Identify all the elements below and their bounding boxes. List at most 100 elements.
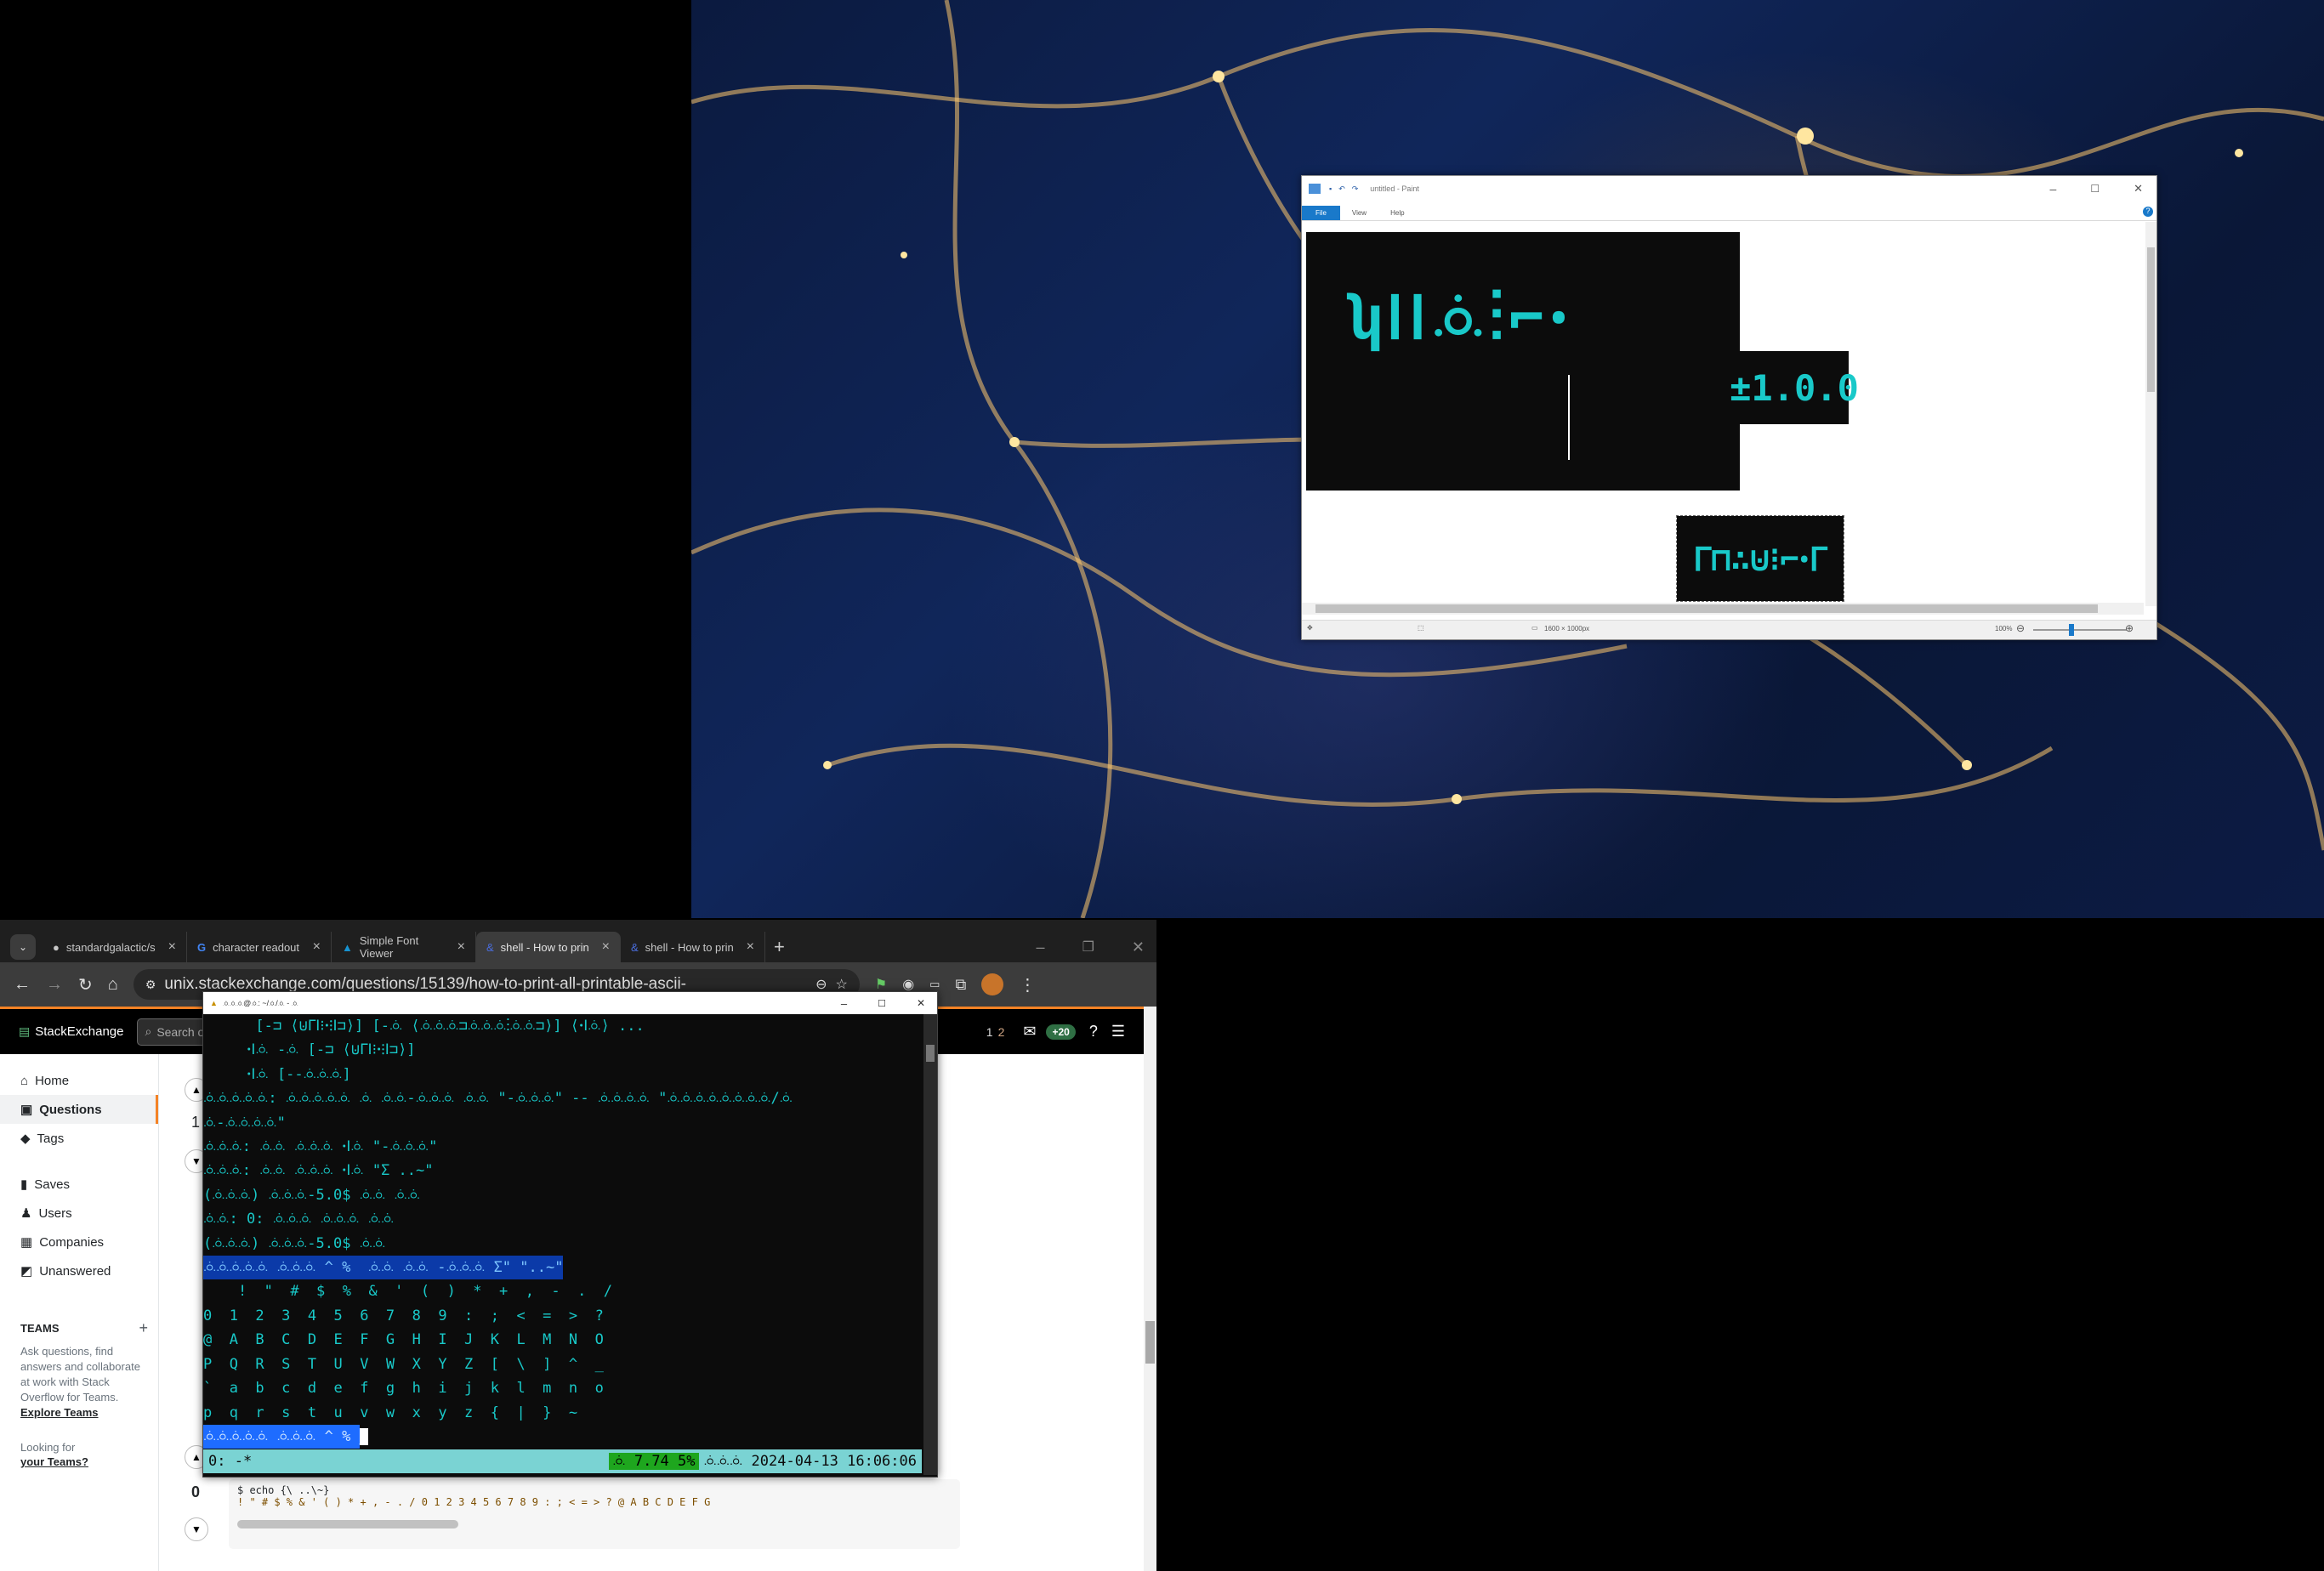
extension-icon[interactable]: ⚑	[875, 976, 887, 993]
paint-canvas[interactable]: ʮⵏⵏꗝ⁝⌐ꞏ ±1.0.0 ᒥ⊓∴⊍⁝⌐ꞏᒥ	[1303, 222, 2145, 606]
browser-tab-5[interactable]: & shell - How to prin ×	[621, 932, 765, 962]
brand-name[interactable]: StackExchange	[35, 1024, 123, 1039]
zoom-slider-thumb[interactable]	[2069, 624, 2074, 636]
terminal-window[interactable]: ▲ ꗝꗝꗝ@ꗝ: ~/ꗝ/ꗝ - ꗝ – ☐ ✕ [-⊐ ⟨⊍ᒥⵏ⁝ꞏ⁝ⵏ⊐⟩]…	[202, 991, 938, 1477]
help-icon[interactable]: ?	[2143, 207, 2153, 217]
browser-tab-1[interactable]: ● standardgalactic/s ×	[43, 932, 187, 962]
canvas-black-block: ʮⵏⵏꗝ⁝⌐ꞏ	[1306, 232, 1740, 491]
achievements-badge[interactable]: +20	[1046, 1024, 1076, 1040]
explore-teams-link[interactable]: Explore Teams	[20, 1406, 99, 1419]
terminal-line: [-⊐ ⟨⊍ᒥⵏ⁝ꞏ⁝ⵏ⊐⟩] [-ꗝ ⟨ꗝꗝꗝ⊐ꗝꗝꗝ⁝ꗝꗝ⊐⟩] ⟨ꞏⵏꗝ⟩…	[203, 1018, 645, 1035]
search-placeholder: Search o	[156, 1024, 205, 1039]
nav-saves[interactable]: ▮ Saves	[0, 1170, 158, 1199]
page-scrollbar[interactable]	[1144, 1007, 1156, 1571]
tab-close-icon[interactable]: ×	[313, 939, 321, 955]
translate-icon[interactable]: ▭	[929, 978, 940, 991]
inbox-icon[interactable]: ✉	[1023, 1023, 1036, 1041]
tmux-status-bar: 0: -* ꗝ 7.74 5% ꗝꗝꗝ 2024-04-13 16:06:06	[203, 1449, 922, 1473]
terminal-line: ꗝꗝꗝ: ꗝꗝ ꗝꗝꗝ ꞏⵏꗝ "Σ ..~"	[203, 1162, 434, 1180]
questions-icon: ▣	[20, 1103, 33, 1117]
camera-icon[interactable]: ◉	[902, 976, 914, 993]
zoom-slider[interactable]	[2033, 624, 2127, 636]
code-command: $ echo {\ ..\~}	[237, 1484, 330, 1496]
add-team-icon[interactable]: +	[139, 1319, 148, 1337]
minimize-icon[interactable]: –	[2050, 182, 2057, 196]
back-icon[interactable]: ←	[14, 975, 31, 995]
browser-tab-2[interactable]: G character readout ×	[187, 932, 332, 962]
terminal-output[interactable]: [-⊐ ⟨⊍ᒥⵏ⁝ꞏ⁝ⵏ⊐⟩] [-ꗝ ⟨ꗝꗝꗝ⊐ꗝꗝꗝ⁝ꗝꗝ⊐⟩] ⟨ꞏⵏꗝ⟩…	[203, 1014, 922, 1449]
terminal-titlebar[interactable]: ▲ ꗝꗝꗝ@ꗝ: ~/ꗝ/ꗝ - ꗝ – ☐ ✕	[203, 992, 937, 1014]
terminal-scrollbar[interactable]	[923, 1014, 937, 1475]
minimize-icon[interactable]: –	[841, 997, 847, 1010]
window-minimize-icon[interactable]: –	[1037, 939, 1045, 956]
tab-label: Simple Font Viewer	[359, 934, 419, 960]
browser-tab-3[interactable]: ▲ Simple Font Viewer ×	[332, 932, 476, 962]
zoom-icon[interactable]: ⊖	[815, 976, 827, 993]
paint-window[interactable]: ▪ ↶ ↷ untitled - Paint – ☐ ✕ File View H…	[1301, 175, 2157, 640]
profile-avatar[interactable]	[981, 973, 1004, 995]
reload-icon[interactable]: ↻	[78, 974, 93, 995]
terminal-line: ꗝꗝꗝ: ꗝꗝ ꗝꗝꗝ ꞏⵏꗝ "-ꗝꗝꗝ"	[203, 1138, 438, 1156]
tab-close-icon[interactable]: ×	[457, 939, 465, 955]
horizontal-scrollbar[interactable]	[1302, 603, 2144, 615]
terminal-line: ꗝ-ꗝꗝꗝꗝ"	[203, 1114, 286, 1131]
bronze-badge-count[interactable]: 2	[998, 1025, 1005, 1039]
page-scroll-thumb[interactable]	[1145, 1321, 1155, 1364]
scroll-thumb-h[interactable]	[1315, 604, 2098, 613]
paint-titlebar[interactable]: ▪ ↶ ↷ untitled - Paint – ☐ ✕	[1302, 176, 2156, 201]
maximize-icon[interactable]: ☐	[2090, 183, 2100, 195]
terminal-scroll-thumb[interactable]	[926, 1045, 935, 1062]
close-icon[interactable]: ✕	[917, 997, 925, 1009]
terminal-line: ` a b c d e f g h i j k l m n o	[203, 1380, 604, 1398]
tab-close-icon[interactable]: ×	[168, 939, 176, 955]
nav-unanswered[interactable]: ◩ Unanswered	[0, 1256, 158, 1285]
nav-users[interactable]: ♟ Users	[0, 1199, 158, 1228]
terminal-prompt-line: ꗝꗝꗝꗝꗝ ꗝꗝꗝ ^ % ꗝꗝ ꗝꗝ -ꗝꗝꗝ Σ" "..~"	[203, 1256, 564, 1280]
nav-label: Home	[35, 1073, 70, 1088]
close-icon[interactable]: ✕	[2134, 182, 2143, 196]
canvas-title-text: ʮⵏⵏꗝ⁝⌐ꞏ	[1345, 283, 1573, 353]
tab-file[interactable]: File	[1302, 206, 1340, 220]
new-tab-icon[interactable]: +	[774, 936, 785, 958]
redo-icon[interactable]: ↷	[1352, 184, 1359, 194]
browser-tab-4[interactable]: & shell - How to prin ×	[476, 932, 621, 962]
window-restore-icon[interactable]: ❐	[1082, 939, 1094, 956]
terminal-line: ꗝꗝ: 0: ꗝꗝꗝ ꗝꗝꗝ ꗝꗝ	[203, 1211, 395, 1228]
tab-view[interactable]: View	[1340, 209, 1378, 220]
reputation[interactable]: 1	[986, 1025, 993, 1039]
canvas-version-text: ±1.0.0	[1730, 351, 1859, 424]
extensions-puzzle-icon[interactable]: ⧉	[955, 976, 966, 994]
tab-help[interactable]: Help	[1378, 209, 1416, 220]
your-teams-link[interactable]: your Teams?	[20, 1455, 158, 1468]
maximize-icon[interactable]: ☐	[878, 998, 886, 1009]
vertical-scrollbar[interactable]	[2145, 222, 2156, 606]
bookmark-star-icon[interactable]: ☆	[836, 976, 848, 993]
zoom-out-icon[interactable]: ⊖	[2016, 622, 2025, 634]
scroll-thumb[interactable]	[2147, 247, 2155, 392]
save-icon[interactable]: ▪	[1329, 184, 1332, 193]
nav-questions[interactable]: ▣ Questions	[0, 1095, 158, 1124]
site-info-icon[interactable]: ⚙	[145, 978, 156, 992]
nav-companies[interactable]: ▦ Companies	[0, 1228, 158, 1256]
forward-icon[interactable]: →	[46, 975, 63, 995]
help-icon[interactable]: ?	[1089, 1023, 1098, 1041]
tab-close-icon[interactable]: ×	[747, 939, 754, 955]
canvas-selection-text[interactable]: ᒥ⊓∴⊍⁝⌐ꞏᒥ	[1676, 515, 1844, 602]
canvas-size-icon: ▭	[1531, 624, 1538, 632]
google-icon: G	[197, 940, 207, 954]
window-close-icon[interactable]: ✕	[1132, 939, 1145, 956]
downvote-button-2[interactable]: ▼	[185, 1517, 208, 1541]
home-icon[interactable]: ⌂	[108, 975, 118, 995]
nav-home[interactable]: ⌂ Home	[0, 1066, 158, 1095]
nav-label: Unanswered	[39, 1263, 111, 1279]
site-switcher-icon[interactable]: ☰	[1111, 1023, 1125, 1041]
tab-search-icon[interactable]: ⌄	[10, 934, 36, 960]
undo-icon[interactable]: ↶	[1338, 184, 1345, 194]
menu-icon[interactable]: ⋮	[1019, 974, 1036, 995]
tab-close-icon[interactable]: ×	[602, 939, 610, 955]
zoom-in-icon[interactable]: ⊕	[2125, 622, 2134, 634]
code-scrollbar[interactable]	[237, 1520, 458, 1528]
stackexchange-logo-icon: ▤	[19, 1024, 31, 1038]
nav-tags[interactable]: ◆ Tags	[0, 1124, 158, 1153]
terminal-line: P Q R S T U V W X Y Z [ \ ] ^ _	[203, 1355, 604, 1373]
